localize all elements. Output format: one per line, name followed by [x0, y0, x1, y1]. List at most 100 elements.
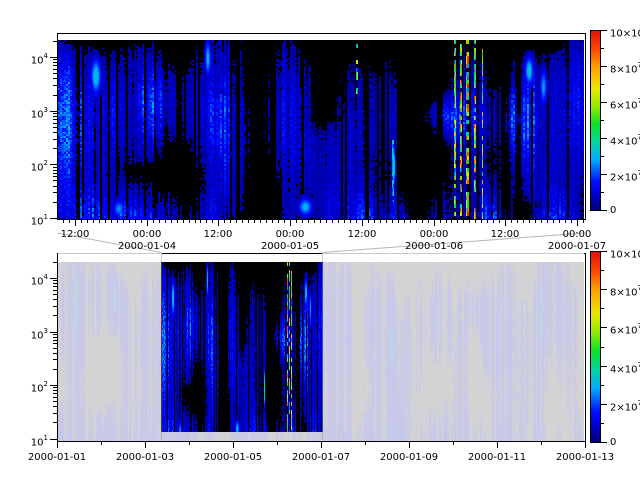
detail_plot-y-tick-label-exp: 4 [44, 52, 48, 60]
detail-colorbar-tick-label-base: 4×10 [610, 136, 637, 147]
detail_plot-x-minor-tick [314, 219, 315, 223]
detail_plot-x-minor-tick [368, 219, 369, 223]
detail_plot-y-tick-label: 103 [14, 105, 48, 121]
detail_plot-x-minor-tick [326, 219, 327, 223]
overview_plot-y-minor-tick [53, 294, 57, 295]
overview_plot-y-major-tick [50, 278, 57, 279]
detail_plot-x-minor-tick [135, 219, 136, 223]
overview_plot-y-tick-label-base: 10 [31, 276, 44, 287]
overview_plot-x-major-tick [585, 441, 586, 448]
overview_plot-x-major-tick [321, 441, 322, 448]
overview_plot-y-tick-label: 104 [14, 272, 48, 288]
overview_plot-y-minor-tick [53, 286, 57, 287]
detail_plot-y-minor-tick [53, 176, 57, 177]
detail_plot-x-minor-tick [440, 219, 441, 223]
overview_plot-x-minor-tick [189, 441, 190, 445]
overview_plot-y-tick-label: 102 [14, 379, 48, 395]
overview-colorbar-tick-label: 10×107 [610, 245, 640, 261]
detail_plot-x-minor-tick [159, 219, 160, 223]
detail_plot-x-tick-time: 12:00 [491, 229, 520, 240]
overview_plot-y-minor-tick [53, 397, 57, 398]
detail_plot-y-tick-label-base: 10 [31, 162, 44, 173]
detail_plot-x-minor-tick [195, 219, 196, 223]
overview_plot-y-minor-tick [53, 413, 57, 414]
detail_plot-x-minor-tick [356, 219, 357, 223]
overview_plot-y-minor-tick [53, 337, 57, 338]
detail_plot-x-tick-date-text: 2000-01-05 [261, 241, 319, 252]
detail-spectrogram-canvas[interactable] [58, 40, 584, 219]
detail_plot-y-major-tick [50, 57, 57, 58]
detail_plot-x-minor-tick [129, 219, 130, 223]
overview-colorbar-minor-tick [601, 270, 604, 271]
detail_plot-x-tick-label: 12:00 [50, 228, 100, 241]
overview-colorbar-tick-label-base: 2×10 [610, 402, 637, 413]
overview_plot-y-minor-tick [53, 262, 57, 263]
detail_plot-x-tick-label: 12:00 [480, 228, 530, 241]
detail_plot-x-minor-tick [189, 219, 190, 223]
detail-colorbar-tick-label-base: 10×10 [610, 28, 640, 39]
detail_plot-y-minor-tick [53, 132, 57, 133]
detail-colorbar-tick-label: 0 [610, 204, 616, 217]
overview_plot-x-tick-label: 2000-01-07 [288, 451, 354, 464]
selection-right-edge[interactable] [322, 254, 323, 440]
detail_plot-x-minor-tick [224, 219, 225, 223]
detail_plot-x-minor-tick [69, 219, 70, 223]
detail_plot-x-minor-tick [481, 219, 482, 223]
detail_plot-x-tick-time: 12:00 [348, 229, 377, 240]
detail_plot-x-minor-tick [451, 219, 452, 223]
overview-colorbar-tick-label: 8×107 [610, 283, 640, 299]
selection-region[interactable] [162, 253, 322, 441]
overview_plot-y-minor-tick [53, 306, 57, 307]
detail_plot-x-minor-tick [302, 219, 303, 223]
overview_plot-x-tick-date-text: 2000-01-09 [380, 452, 438, 463]
detail_plot-y-minor-tick [53, 170, 57, 171]
detail_plot-y-minor-tick [53, 139, 57, 140]
detail_plot-x-tick-time: 00:00 [276, 229, 305, 240]
overview_plot-y-minor-tick [53, 359, 57, 360]
overview_plot-y-minor-tick [53, 393, 57, 394]
overview_plot-x-tick-date-text: 2000-01-07 [292, 452, 350, 463]
overview_plot-y-minor-tick [53, 283, 57, 284]
detail-colorbar-tick-label-base: 6×10 [610, 100, 637, 111]
overview_plot-x-minor-tick [365, 441, 366, 445]
detail_plot-x-tick-label: 00:00 [552, 228, 602, 241]
overview_plot-x-major-tick [145, 441, 146, 448]
detail_plot-x-tick-label: 00:00 [409, 228, 459, 241]
overview_plot-x-major-tick [233, 441, 234, 448]
detail_plot-x-minor-tick [386, 219, 387, 223]
overview_plot-x-major-tick [497, 441, 498, 448]
detail_plot-x-minor-tick [266, 219, 267, 223]
overview_plot-y-minor-tick [53, 262, 57, 263]
detail_plot-y-major-tick [50, 164, 57, 165]
detail_plot-x-minor-tick [410, 219, 411, 223]
overview-colorbar-minor-tick [601, 308, 604, 309]
detail_plot-x-minor-tick [123, 219, 124, 223]
detail_plot-x-minor-tick [487, 219, 488, 223]
overview_plot-y-minor-tick [53, 401, 57, 402]
detail_plot-y-minor-tick [53, 127, 57, 128]
detail_plot-x-minor-tick [422, 219, 423, 223]
overview_plot-y-minor-tick [53, 369, 57, 370]
detail_plot-y-minor-tick [53, 95, 57, 96]
detail_plot-x-minor-tick [380, 219, 381, 223]
detail_plot-x-tick-label: 00:00 [122, 228, 172, 241]
detail_plot-x-minor-tick [117, 219, 118, 223]
overview_plot-x-tick-label: 2000-01-11 [464, 451, 530, 464]
detail-colorbar-major-tick [601, 30, 607, 31]
detail-colorbar-tick-label-base: 0 [610, 205, 616, 216]
detail-colorbar-minor-tick [601, 48, 604, 49]
detail-colorbar-major-tick [601, 102, 607, 103]
detail_plot-x-minor-tick [308, 219, 309, 223]
overview_plot-x-tick-date-text: 2000-01-03 [116, 452, 174, 463]
detail_plot-x-minor-tick [475, 219, 476, 223]
detail_plot-y-minor-tick [53, 62, 57, 63]
detail_plot-x-minor-tick [272, 219, 273, 223]
detail_plot-x-major-tick [75, 219, 76, 226]
detail_plot-x-major-tick [577, 219, 578, 226]
detail-colorbar-tick-label: 10×107 [610, 24, 640, 40]
detail_plot-x-minor-tick [446, 219, 447, 223]
detail_plot-x-major-tick [290, 219, 291, 226]
detail_plot-y-minor-tick [53, 186, 57, 187]
overview_plot-y-minor-tick [53, 353, 57, 354]
detail_plot-x-tick-date-text: 2000-01-06 [405, 241, 463, 252]
